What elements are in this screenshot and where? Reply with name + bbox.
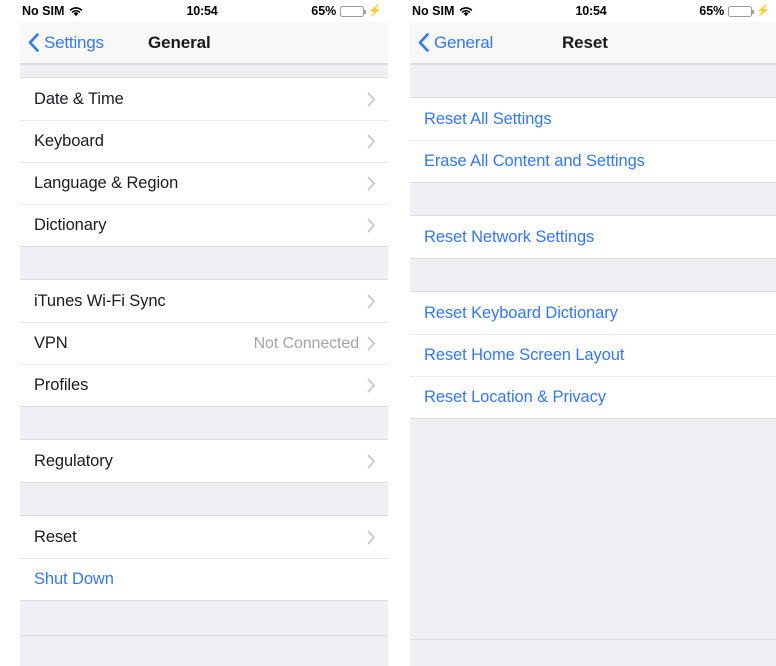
table-view-filler	[20, 636, 388, 666]
list-item-label: VPN	[34, 334, 68, 352]
list-item[interactable]: VPN Not Connected	[20, 322, 388, 364]
lightning-bolt-icon: ⚡	[368, 4, 383, 17]
list-item[interactable]: Reset Keyboard Dictionary	[410, 292, 776, 334]
group-separator	[410, 64, 776, 98]
status-bar-left: No SIM	[22, 4, 187, 18]
phone-screen-reset: No SIM 10:54 65% ⚡ General Reset Reset All Set…	[410, 0, 776, 666]
chevron-right-icon	[367, 336, 376, 351]
list-item[interactable]: Regulatory	[20, 440, 388, 482]
settings-group: Reset Network Settings	[410, 216, 776, 258]
list-item-label: Date & Time	[34, 89, 124, 108]
list-item-label: Profiles	[34, 376, 89, 394]
chevron-right-icon	[367, 294, 376, 309]
battery-percent-label: 65%	[699, 4, 725, 18]
chevron-right-icon	[367, 134, 376, 149]
back-button-label[interactable]: Settings	[44, 33, 104, 53]
back-button[interactable]: General	[410, 33, 493, 53]
list-item-label: Shut Down	[34, 570, 114, 588]
list-item-label: Erase All Content and Settings	[424, 152, 645, 170]
list-item[interactable]: Dictionary	[20, 204, 388, 246]
battery-icon	[728, 5, 755, 17]
status-bar-right: 65% ⚡	[218, 4, 383, 18]
status-bar: No SIM 10:54 65% ⚡	[20, 0, 388, 22]
group-separator-bottom	[20, 600, 388, 636]
list-item-label: Keyboard	[34, 132, 104, 150]
list-item[interactable]: Keyboard	[20, 120, 388, 162]
list-item-label: iTunes Wi-Fi Sync	[34, 291, 166, 310]
back-button[interactable]: Settings	[20, 33, 104, 53]
list-item[interactable]: Shut Down	[20, 558, 388, 600]
navigation-bar: Settings General	[20, 22, 388, 64]
navigation-bar: General Reset	[410, 22, 776, 64]
list-item[interactable]: Reset All Settings	[410, 98, 776, 140]
carrier-label: No SIM	[22, 4, 65, 18]
chevron-right-icon	[367, 218, 376, 233]
list-item-label: Reset Location & Privacy	[424, 388, 606, 406]
group-separator	[20, 246, 388, 280]
chevron-right-icon	[367, 176, 376, 191]
list-item[interactable]: Reset Location & Privacy	[410, 376, 776, 418]
settings-group: iTunes Wi-Fi Sync VPN Not Connected Profile…	[20, 280, 388, 406]
list-item[interactable]: Profiles	[20, 364, 388, 406]
phone-screen-general: No SIM 10:54 65% ⚡ Settings General Date & Tim…	[20, 0, 388, 666]
carrier-label: No SIM	[412, 4, 455, 18]
chevron-right-icon	[367, 92, 376, 107]
chevron-left-icon[interactable]	[418, 33, 429, 52]
settings-group: Regulatory	[20, 440, 388, 482]
chevron-right-icon	[367, 454, 376, 469]
group-separator	[20, 64, 388, 78]
settings-group: Date & Time Keyboard Language & Region Dict…	[20, 78, 388, 246]
list-item-label: Reset Network Settings	[424, 227, 595, 246]
list-item-label: Regulatory	[34, 451, 113, 470]
settings-group: Reset Keyboard Dictionary Reset Home Scre…	[410, 292, 776, 418]
list-item[interactable]: iTunes Wi-Fi Sync	[20, 280, 388, 322]
group-separator	[410, 182, 776, 216]
group-separator	[410, 258, 776, 292]
back-button-label[interactable]: General	[434, 33, 493, 53]
group-separator	[20, 482, 388, 516]
list-item-label: Reset	[34, 527, 77, 546]
table-view-filler	[410, 640, 776, 666]
settings-group: Reset Shut Down	[20, 516, 388, 600]
list-item-label: Dictionary	[34, 216, 107, 234]
list-item[interactable]: Language & Region	[20, 162, 388, 204]
status-bar-clock: 10:54	[186, 4, 218, 18]
page-title: General	[148, 32, 211, 52]
list-item-label: Reset All Settings	[424, 109, 552, 128]
list-item[interactable]: Reset Network Settings	[410, 216, 776, 258]
lightning-bolt-icon: ⚡	[756, 4, 771, 17]
status-bar-clock: 10:54	[575, 4, 607, 18]
wifi-icon	[459, 6, 473, 17]
chevron-left-icon[interactable]	[28, 33, 39, 52]
dual-screenshot-container: No SIM 10:54 65% ⚡ Settings General Date & Tim…	[0, 0, 776, 666]
list-item[interactable]: Date & Time	[20, 78, 388, 120]
battery-icon	[340, 5, 367, 17]
status-bar-left: No SIM	[412, 4, 576, 18]
list-item-label: Reset Home Screen Layout	[424, 346, 625, 364]
list-item[interactable]: Reset	[20, 516, 388, 558]
screen-reset: No SIM 10:54 65% ⚡ General Reset Reset All Set…	[388, 0, 776, 666]
list-item-value: Not Connected	[253, 334, 360, 352]
list-item[interactable]: Reset Home Screen Layout	[410, 334, 776, 376]
group-separator-bottom	[410, 418, 776, 640]
settings-table-view[interactable]: Date & Time Keyboard Language & Region Dict…	[20, 64, 388, 666]
battery-percent-label: 65%	[311, 4, 337, 18]
chevron-right-icon	[367, 530, 376, 545]
group-separator	[20, 406, 388, 440]
page-title: Reset	[562, 32, 608, 52]
list-item[interactable]: Erase All Content and Settings	[410, 140, 776, 182]
screen-general: No SIM 10:54 65% ⚡ Settings General Date & Tim…	[0, 0, 388, 666]
chevron-right-icon	[367, 378, 376, 393]
status-bar: No SIM 10:54 65% ⚡	[410, 0, 776, 22]
list-item-label: Reset Keyboard Dictionary	[424, 303, 618, 322]
settings-table-view[interactable]: Reset All Settings Erase All Content and …	[410, 64, 776, 666]
wifi-icon	[69, 6, 83, 17]
settings-group: Reset All Settings Erase All Content and …	[410, 98, 776, 182]
status-bar-right: 65% ⚡	[607, 4, 771, 18]
list-item-label: Language & Region	[34, 174, 179, 192]
